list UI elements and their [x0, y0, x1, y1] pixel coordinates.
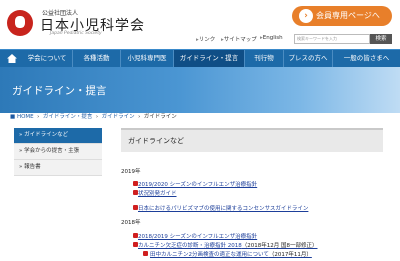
breadcrumb-guidelines[interactable]: ガイドライン [102, 114, 135, 120]
nav-activities[interactable]: 各種活動 [73, 50, 121, 67]
year-heading-2018: 2018年 [121, 220, 141, 226]
nav-press[interactable]: プレスの方へ [284, 50, 333, 67]
sidebar: » ガイドラインなど » 学会からの提言・主張 » 報告書 [14, 128, 102, 176]
guideline-link[interactable]: カルニチン欠乏症の診断・治療指針 2018（2018年12月 国8一部修正） [138, 241, 318, 249]
org-english-name: Japan Pediatric Society [50, 31, 102, 36]
guideline-link[interactable]: 田中カルニチン2分画検査の適正な運用について（2017年11月） [150, 250, 312, 258]
nav-public[interactable]: 一般の皆さまへ [333, 50, 400, 67]
search-button[interactable]: 検索 [370, 34, 392, 44]
year-heading-2019: 2019年 [121, 169, 141, 175]
nav-specialist[interactable]: 小児科専門医 [121, 50, 174, 67]
util-link-english[interactable]: ▸English [260, 35, 283, 41]
util-link-sitemap[interactable]: ▸サイトマップ [221, 35, 257, 43]
nav-guidelines[interactable]: ガイドライン・提言 [174, 50, 245, 67]
pdf-icon [143, 251, 148, 256]
guideline-link[interactable]: 状況別発ガイド [138, 189, 177, 197]
sidebar-item-proposals[interactable]: » 学会からの提言・主張 [14, 144, 102, 160]
guideline-link[interactable]: 2018/2019 シーズンのインフルエンザ治療指針 [138, 232, 257, 240]
chevron-right-icon: › [37, 114, 40, 120]
nav-publications[interactable]: 刊行物 [245, 50, 284, 67]
sidebar-item-reports[interactable]: » 報告書 [14, 160, 102, 176]
breadcrumb-current: ガイドライン [143, 114, 177, 120]
chevron-right-icon: › [138, 114, 141, 120]
society-logo[interactable] [7, 10, 33, 36]
lock-icon: › [299, 9, 313, 23]
page-title: ガイドライン・提言 [12, 85, 107, 97]
site-header: 公益社団法人 日本小児科学会 Japan Pediatric Society 会… [0, 0, 400, 45]
guideline-link[interactable]: 日本におけるパリビズマブの使用に関するコンセンサスガイドライン [138, 204, 308, 212]
chevron-right-icon: › [95, 114, 99, 120]
search-input[interactable]: 検索キーワードを入力 [294, 34, 370, 44]
nav-about[interactable]: 学会について [22, 50, 73, 67]
guideline-link[interactable]: 2019/2020 シーズンのインフルエンザ治療指針 [138, 180, 257, 188]
content-heading: ガイドラインなど [121, 128, 383, 152]
home-icon: ■ [10, 114, 16, 120]
home-icon[interactable] [7, 54, 17, 63]
global-nav: 学会について 各種活動 小児科専門医 ガイドライン・提言 刊行物 プレスの方へ … [0, 49, 400, 68]
sidebar-item-guidelines[interactable]: » ガイドラインなど [14, 128, 102, 144]
util-link-links[interactable]: ▸リンク [196, 35, 215, 43]
breadcrumb-home[interactable]: HOME [17, 114, 34, 120]
breadcrumb-guidelines-recommendations[interactable]: ガイドライン・提言 [43, 114, 93, 120]
breadcrumb: ■ HOME › ガイドライン・提言 › ガイドライン › ガイドライン [10, 112, 177, 120]
